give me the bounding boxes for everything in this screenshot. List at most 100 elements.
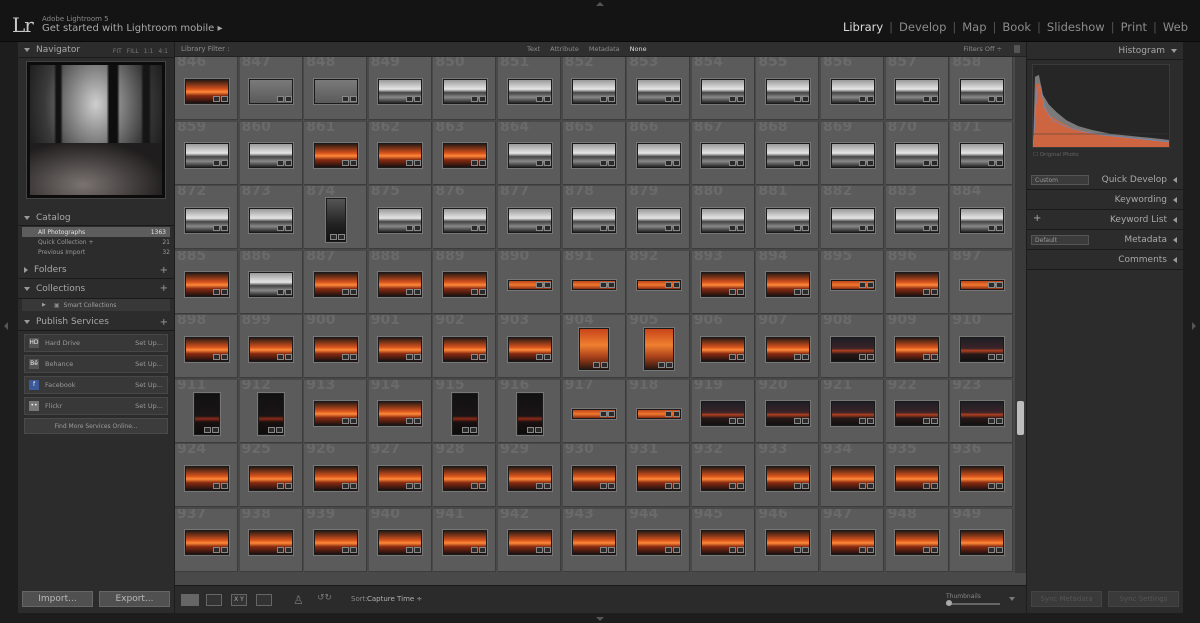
metadata-badge-icon[interactable] — [600, 547, 608, 553]
module-slideshow[interactable]: Slideshow — [1041, 20, 1111, 34]
develop-badge-icon[interactable] — [220, 160, 228, 166]
grid-cell[interactable]: 917 — [562, 379, 626, 443]
export-button[interactable]: Export... — [99, 591, 170, 607]
develop-badge-icon[interactable] — [737, 418, 745, 424]
develop-badge-icon[interactable] — [349, 160, 357, 166]
grid-cell[interactable]: 854 — [691, 57, 755, 120]
grid-cell[interactable]: 899 — [239, 315, 303, 378]
develop-badge-icon[interactable] — [414, 160, 422, 166]
metadata-badge-icon[interactable] — [987, 160, 995, 166]
metadata-badge-icon[interactable] — [406, 95, 414, 102]
develop-badge-icon[interactable] — [543, 482, 551, 489]
develop-badge-icon[interactable] — [931, 95, 939, 102]
scrollbar-thumb[interactable] — [1017, 401, 1024, 435]
grid-cell[interactable]: 921 — [821, 379, 884, 443]
grid-cell[interactable]: 904 — [562, 315, 626, 378]
metadata-badge-icon[interactable] — [858, 353, 866, 360]
develop-badge-icon[interactable] — [469, 426, 477, 433]
develop-badge-icon[interactable] — [285, 482, 293, 489]
grid-cell[interactable]: 872 — [175, 186, 238, 249]
develop-badge-icon[interactable] — [737, 289, 745, 295]
grid-cell[interactable]: 847 — [239, 57, 303, 120]
grid-cell[interactable]: 903 — [498, 315, 561, 378]
metadata-badge-icon[interactable] — [664, 482, 672, 489]
metadata-badge-icon[interactable] — [470, 160, 478, 166]
grid-cell[interactable]: 851 — [498, 57, 561, 120]
develop-badge-icon[interactable] — [866, 418, 874, 424]
develop-badge-icon[interactable] — [737, 95, 745, 102]
metadata-badge-icon[interactable] — [212, 95, 220, 102]
grid-cell[interactable]: 945 — [691, 508, 755, 572]
grid-cell[interactable]: 881 — [756, 186, 820, 249]
grid-cell[interactable]: 894 — [756, 250, 820, 314]
metadata-badge-icon[interactable] — [470, 353, 478, 360]
develop-badge-icon[interactable] — [931, 160, 939, 166]
metadata-badge-icon[interactable] — [341, 160, 349, 166]
develop-badge-icon[interactable] — [866, 160, 874, 166]
add-keyword-icon[interactable]: + — [1033, 213, 1041, 224]
metadata-badge-icon[interactable] — [793, 160, 801, 166]
develop-badge-icon[interactable] — [601, 362, 609, 368]
develop-badge-icon[interactable] — [349, 418, 357, 424]
metadata-badge-icon[interactable] — [987, 418, 995, 424]
metadata-badge-icon[interactable] — [858, 482, 866, 489]
develop-badge-icon[interactable] — [285, 289, 293, 295]
grid-cell[interactable]: 889 — [433, 250, 497, 314]
add-collection-icon[interactable]: + — [160, 283, 168, 294]
metadata-badge-icon[interactable] — [664, 281, 672, 288]
metadata-badge-icon[interactable] — [664, 160, 672, 166]
grid-cell[interactable]: 918 — [627, 379, 691, 443]
develop-badge-icon[interactable] — [534, 426, 542, 433]
grid-cell[interactable]: 874 — [304, 186, 368, 249]
metadata-badge-icon[interactable] — [793, 482, 801, 489]
develop-badge-icon[interactable] — [220, 224, 228, 231]
grid-cell[interactable]: 929 — [498, 444, 561, 507]
develop-badge-icon[interactable] — [866, 224, 874, 231]
metadata-badge-icon[interactable] — [923, 289, 931, 295]
metadata-badge-icon[interactable] — [729, 353, 737, 360]
metadata-badge-icon[interactable] — [987, 482, 995, 489]
grid-cell[interactable]: 935 — [885, 444, 949, 507]
develop-badge-icon[interactable] — [672, 224, 680, 231]
develop-badge-icon[interactable] — [801, 289, 809, 295]
grid-cell[interactable]: 936 — [950, 444, 1014, 507]
metadata-badge-icon[interactable] — [406, 482, 414, 489]
develop-badge-icon[interactable] — [866, 281, 874, 288]
develop-badge-icon[interactable] — [349, 482, 357, 489]
grid-cell[interactable]: 916 — [498, 379, 561, 443]
module-print[interactable]: Print — [1115, 20, 1153, 34]
metadata-badge-icon[interactable] — [793, 289, 801, 295]
metadata-badge-icon[interactable] — [593, 362, 601, 368]
develop-badge-icon[interactable] — [543, 160, 551, 166]
metadata-badge-icon[interactable] — [858, 281, 866, 288]
grid-cell[interactable]: 895 — [821, 250, 884, 314]
grid-cell[interactable]: 931 — [627, 444, 691, 507]
module-book[interactable]: Book — [996, 20, 1037, 34]
publish-service-facebook[interactable]: f Facebook Set Up... — [24, 376, 168, 394]
lock-icon[interactable] — [1014, 45, 1020, 53]
grid-cell[interactable]: 902 — [433, 315, 497, 378]
zoom-option-fill[interactable]: FILL — [127, 48, 139, 55]
develop-badge-icon[interactable] — [801, 224, 809, 231]
develop-badge-icon[interactable] — [285, 353, 293, 360]
grid-cell[interactable]: 923 — [950, 379, 1014, 443]
develop-badge-icon[interactable] — [543, 95, 551, 102]
develop-badge-icon[interactable] — [211, 426, 219, 433]
grid-cell[interactable]: 850 — [433, 57, 497, 120]
grid-cell[interactable]: 930 — [562, 444, 626, 507]
grid-cell[interactable]: 915 — [433, 379, 497, 443]
develop-badge-icon[interactable] — [608, 482, 616, 489]
develop-badge-icon[interactable] — [285, 547, 293, 553]
metadata-badge-icon[interactable] — [793, 547, 801, 553]
add-publish-service-icon[interactable]: + — [160, 317, 168, 328]
survey-view-icon[interactable] — [256, 594, 272, 606]
add-folder-icon[interactable]: + — [160, 265, 168, 276]
metadata-badge-icon[interactable] — [793, 418, 801, 424]
metadata-badge-icon[interactable] — [600, 410, 608, 417]
develop-badge-icon[interactable] — [801, 418, 809, 424]
grid-cell[interactable]: 927 — [368, 444, 432, 507]
grid-cell[interactable]: 864 — [498, 121, 561, 185]
grid-cell[interactable]: 947 — [821, 508, 884, 572]
collapse-top-panel-icon[interactable] — [596, 2, 604, 6]
grid-cell[interactable]: 919 — [691, 379, 755, 443]
